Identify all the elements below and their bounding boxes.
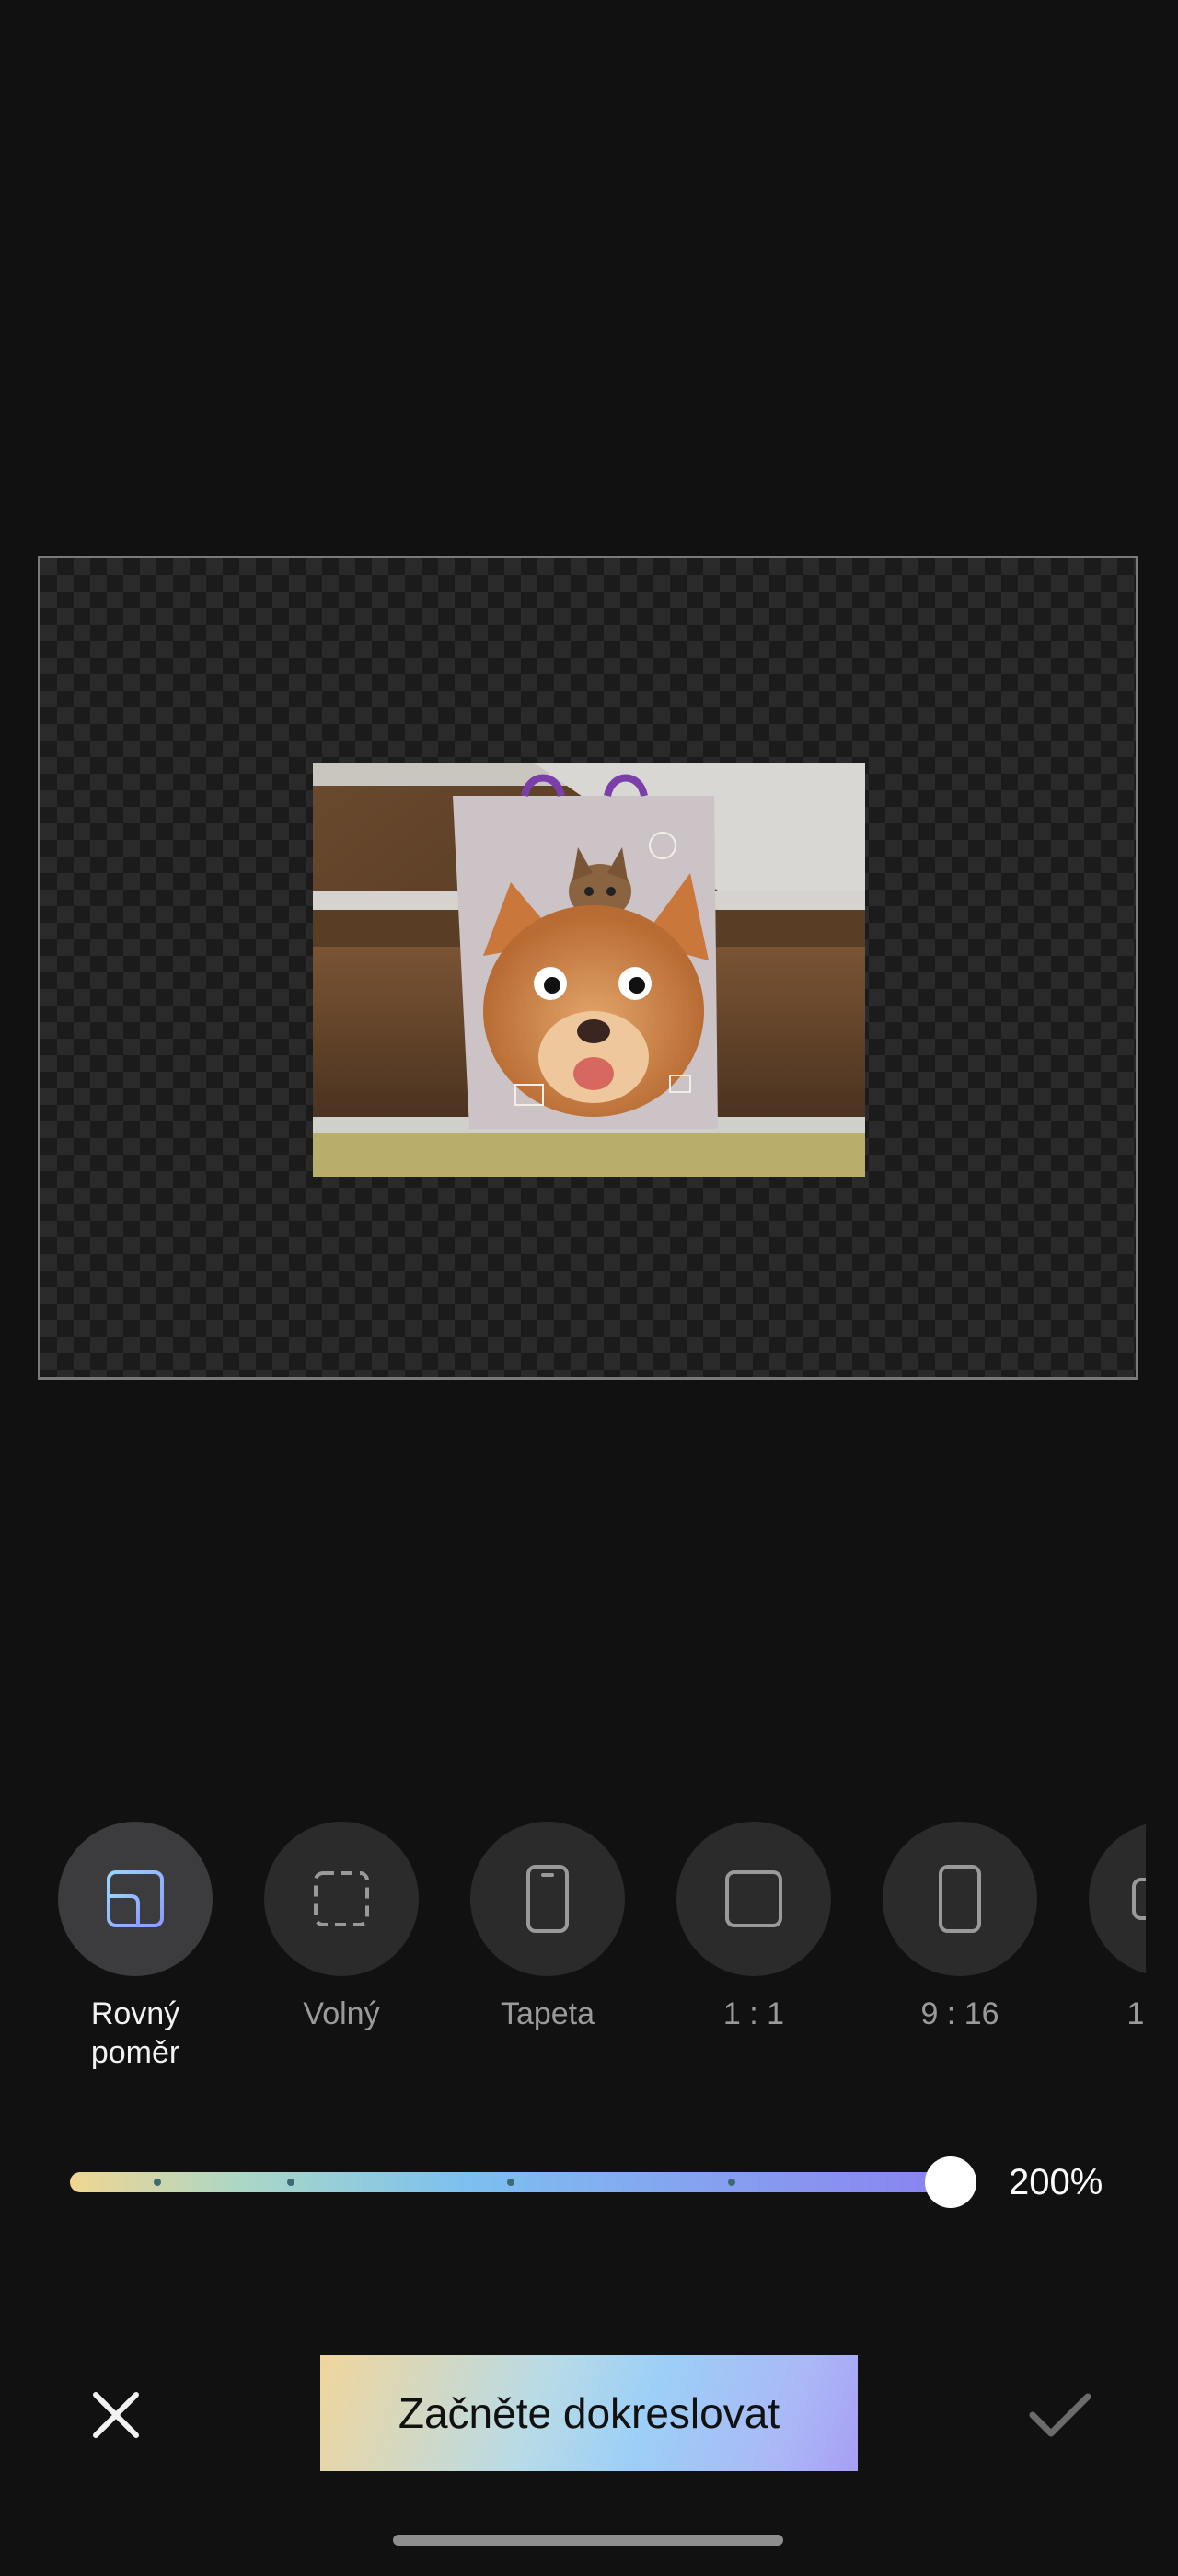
free-crop-icon (314, 1871, 369, 1926)
home-indicator[interactable] (393, 2535, 783, 2546)
ratio-option-label: 16 : 9 (1126, 1996, 1146, 2031)
ratio-options-row: Rovný poměr Volný Tapeta 1: 1 9: 16 1 (0, 1822, 1146, 2098)
photo-preview[interactable] (313, 763, 865, 1177)
slider-tick (507, 2179, 514, 2186)
ratio-option-label: Rovný poměr (90, 1996, 180, 2070)
ratio-option-label: Volný (303, 1996, 380, 2031)
ratio-option-circle (58, 1822, 213, 1976)
screen: Rovný poměr Volný Tapeta 1: 1 9: 16 1 … (0, 0, 1178, 2576)
landscape-rect-icon (1132, 1878, 1146, 1920)
ratio-option-circle (1089, 1822, 1146, 1976)
ratio-option-circle (676, 1822, 831, 1976)
cancel-button[interactable] (79, 2378, 153, 2452)
ratio-option-1-1[interactable]: 1 : 1 (662, 1822, 846, 2033)
straighten-ratio-icon (107, 1870, 164, 1927)
ratio-option-16-9[interactable]: 16 : 9 (1074, 1822, 1146, 2033)
ratio-option-label: 9 : 16 (920, 1996, 999, 2031)
ratio-option-circle (883, 1822, 1037, 1976)
ratio-option-9-16[interactable]: 9 : 16 (868, 1822, 1052, 2033)
close-icon (93, 2392, 139, 2438)
ratio-option-wallpaper[interactable]: Tapeta (456, 1822, 640, 2033)
ratio-option-circle (264, 1822, 419, 1976)
phone-wallpaper-icon (526, 1865, 569, 1933)
ratio-option-circle (470, 1822, 625, 1976)
start-outpainting-button[interactable]: Začněte dokreslovat (320, 2355, 858, 2471)
ratio-option-label: 1 : 1 (722, 1996, 785, 2031)
ratio-option-free[interactable]: Volný (249, 1822, 433, 2033)
ratio-option-label: Tapeta (500, 1996, 595, 2031)
slider-tick (154, 2179, 161, 2186)
portrait-rect-icon (939, 1865, 981, 1933)
confirm-button[interactable] (1023, 2378, 1097, 2452)
checkmark-icon (1029, 2393, 1091, 2437)
expansion-slider-thumb[interactable] (925, 2156, 976, 2208)
ratio-option-straighten[interactable]: Rovný poměr (43, 1822, 227, 2072)
photo-image (313, 763, 865, 1177)
slider-tick (728, 2179, 735, 2186)
square-icon (725, 1870, 782, 1927)
slider-value-label: 200% (1009, 2162, 1103, 2202)
expansion-slider-track[interactable] (70, 2172, 952, 2192)
slider-tick (287, 2179, 294, 2186)
